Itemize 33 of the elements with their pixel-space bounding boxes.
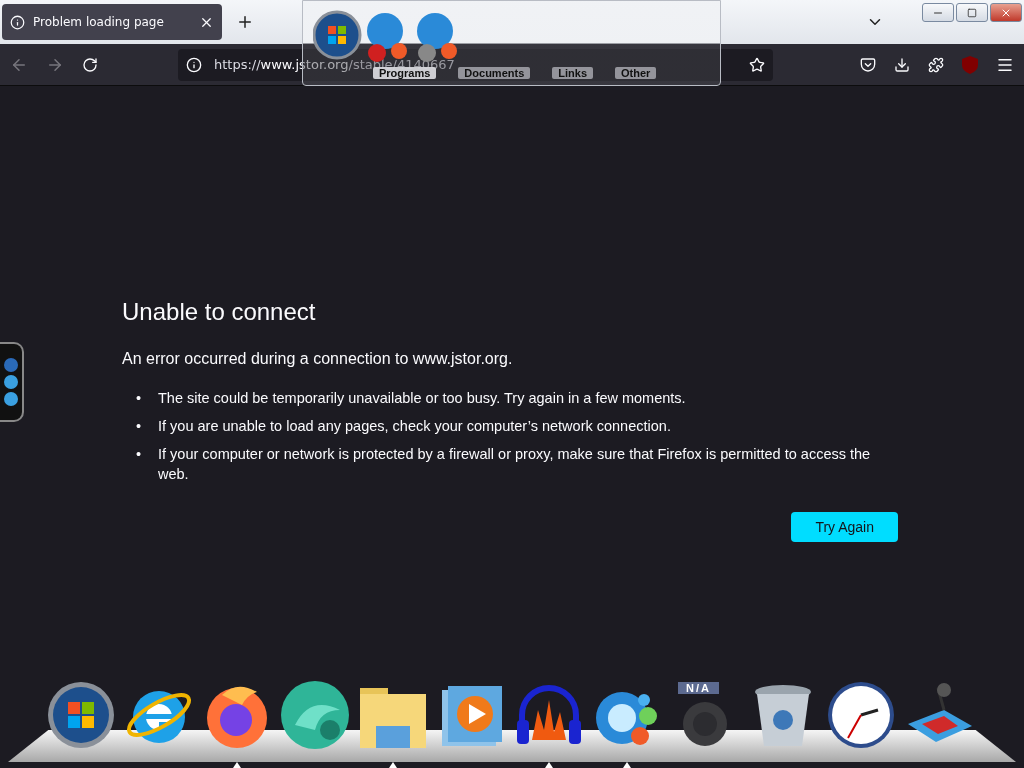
icon-label: N/A: [678, 682, 719, 694]
launcher-tab[interactable]: Links: [552, 67, 593, 79]
star-icon[interactable]: [749, 56, 765, 73]
suggestion-text: If you are unable to load any pages, check your computer’s network connection.: [158, 417, 672, 436]
reload-icon[interactable]: [82, 56, 98, 73]
download-icon[interactable]: [894, 56, 910, 73]
browser-tab[interactable]: Problem loading page: [2, 4, 222, 40]
swirl-icon[interactable]: [280, 680, 350, 750]
bullet-marker: •: [135, 445, 143, 464]
error-message: An error occurred during a connection to www.jstor.org.: [122, 350, 514, 368]
launcher-tab[interactable]: Programs: [373, 67, 437, 79]
side-widget[interactable]: [0, 342, 24, 422]
info-icon: [10, 14, 25, 30]
restore-button[interactable]: [956, 3, 988, 22]
close-button[interactable]: [990, 3, 1022, 22]
bullet-marker: •: [135, 417, 143, 436]
orb-icon[interactable]: [4, 375, 18, 389]
minimize-button[interactable]: [922, 3, 954, 22]
restore-icon: [967, 7, 977, 18]
launcher-tab[interactable]: Documents: [458, 67, 531, 79]
orb-icon[interactable]: [4, 392, 18, 406]
tab-title: Problem loading page: [33, 15, 165, 29]
clock-icon[interactable]: [826, 680, 896, 750]
bullet-marker: •: [135, 389, 143, 408]
extensions-icon[interactable]: [928, 56, 944, 73]
pocket-icon[interactable]: [860, 56, 876, 73]
suggestion-text: The site could be temporarily unavailable or too busy. Try again in a few moments.: [158, 389, 687, 408]
new-tab-icon[interactable]: [236, 13, 254, 31]
launcher-tab[interactable]: Other: [615, 67, 657, 79]
error-title: Unable to connect: [122, 298, 317, 326]
info-icon: [186, 56, 202, 73]
try-again-button[interactable]: Try Again: [791, 512, 898, 542]
suggestion-text: If your computer or network is protected by a firewall or proxy, make sure that Firefox is permitted to access the web.: [158, 445, 872, 484]
